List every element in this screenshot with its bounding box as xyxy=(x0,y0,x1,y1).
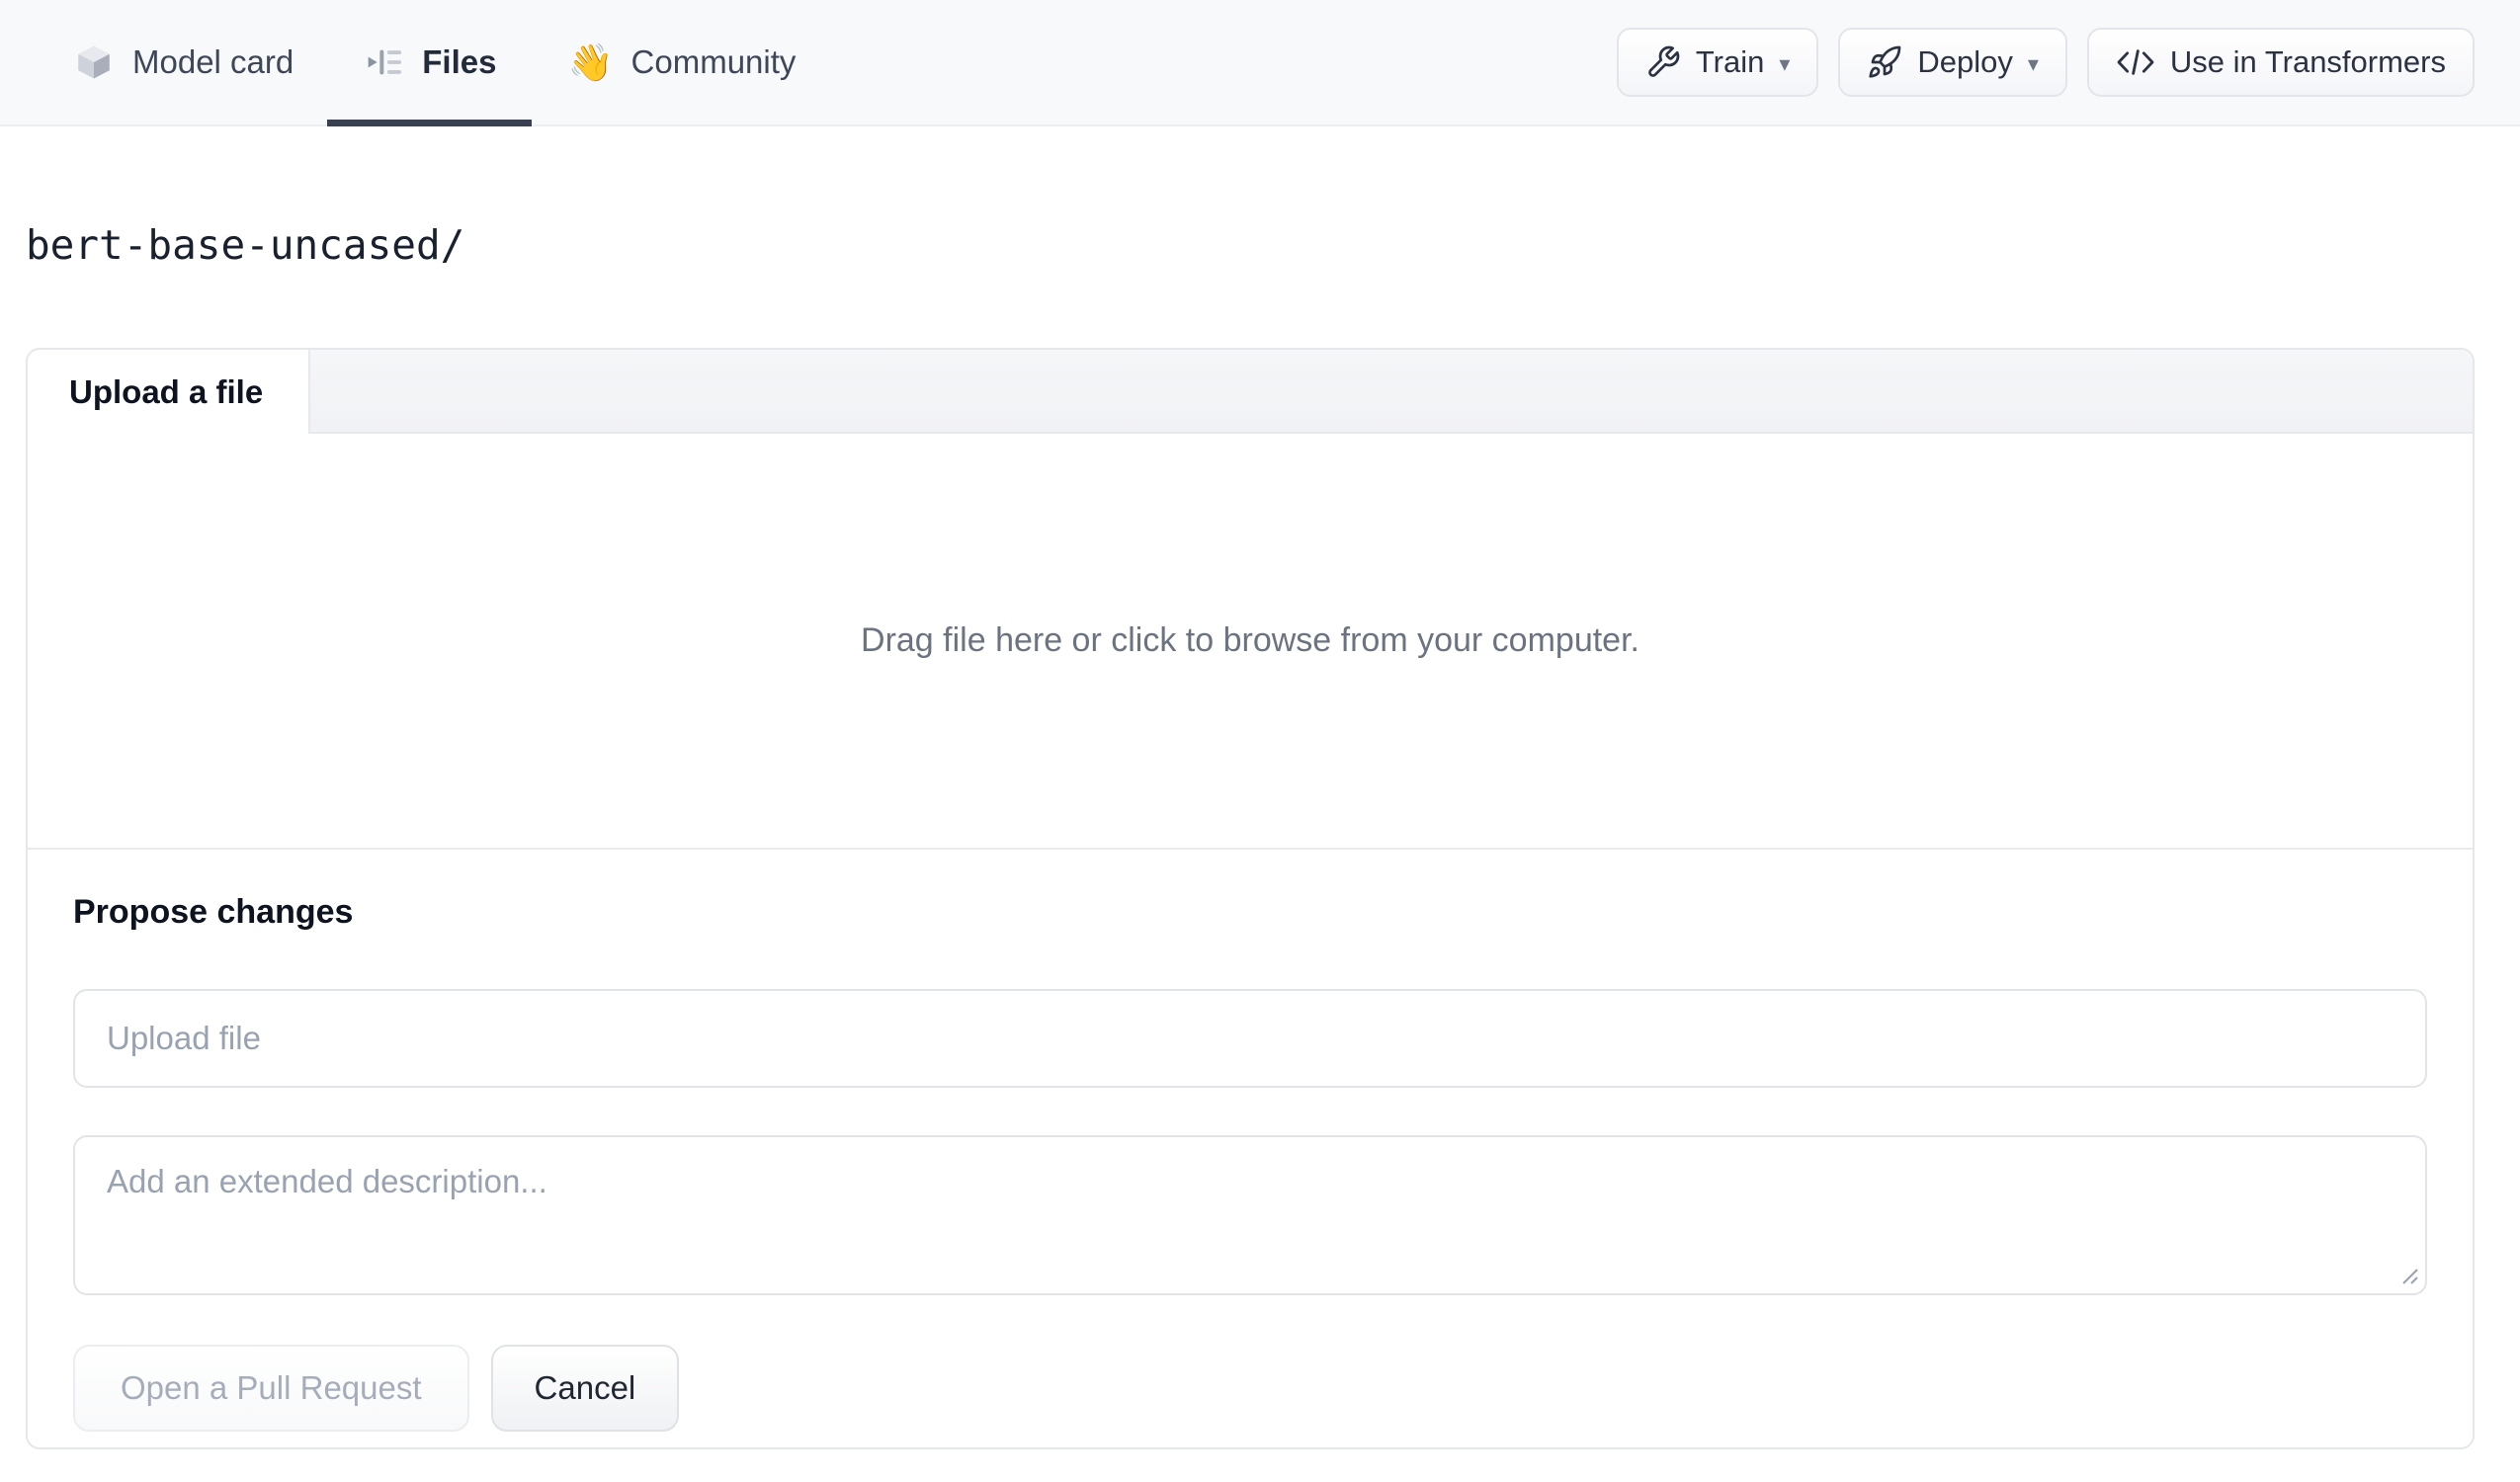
description-field-wrapper xyxy=(73,1135,2427,1295)
chevron-down-icon: ▾ xyxy=(2027,51,2039,76)
breadcrumb[interactable]: bert-base-uncased/ xyxy=(0,126,2520,269)
versions-list-icon xyxy=(365,42,404,82)
button-label: Deploy xyxy=(1917,44,2013,79)
repo-tabs: Model card Files 👋 Community xyxy=(73,0,796,126)
tab-label: Files xyxy=(422,43,497,80)
cube-icon xyxy=(73,40,115,85)
propose-actions-row: Open a Pull Request Cancel xyxy=(73,1345,2427,1432)
tab-label: Model card xyxy=(132,43,294,80)
tab-community[interactable]: 👋 Community xyxy=(567,0,796,124)
chevron-down-icon: ▾ xyxy=(1779,51,1791,76)
cancel-button[interactable]: Cancel xyxy=(490,1345,680,1432)
tab-label: Community xyxy=(630,43,797,80)
upload-file-card: Upload a file Drag file here or click to… xyxy=(26,348,2475,1449)
extended-description-textarea[interactable] xyxy=(73,1135,2427,1295)
resize-handle[interactable] xyxy=(2394,1260,2419,1285)
upload-card-tabstrip: Upload a file xyxy=(28,350,2473,434)
button-label: Use in Transformers xyxy=(2169,44,2446,79)
tab-model-card[interactable]: Model card xyxy=(73,0,294,124)
rocket-icon xyxy=(1867,44,1902,80)
tab-upload-a-file[interactable]: Upload a file xyxy=(28,350,310,434)
button-label: Train xyxy=(1695,44,1765,79)
tab-files[interactable]: Files xyxy=(327,0,533,126)
use-in-transformers-button[interactable]: Use in Transformers xyxy=(2086,28,2475,97)
code-icon xyxy=(2116,45,2155,79)
dropzone-hint: Drag file here or click to browse from y… xyxy=(861,621,1639,659)
propose-changes-heading: Propose changes xyxy=(73,893,354,931)
upload-file-input[interactable] xyxy=(73,989,2427,1088)
file-dropzone[interactable]: Drag file here or click to browse from y… xyxy=(28,434,2473,850)
train-button[interactable]: Train ▾ xyxy=(1616,28,1819,97)
propose-changes-section: Propose changes Open a Pull Request Canc… xyxy=(28,850,2473,1432)
repo-action-buttons: Train ▾ Deploy ▾ Use in Transformers xyxy=(1616,0,2475,124)
deploy-button[interactable]: Deploy ▾ xyxy=(1838,28,2067,97)
wrench-icon xyxy=(1645,44,1681,80)
open-pull-request-button[interactable]: Open a Pull Request xyxy=(73,1345,469,1432)
waving-hand-icon: 👋 xyxy=(567,41,614,83)
repo-tab-bar: Model card Files 👋 Community Train ▾ Dep… xyxy=(0,0,2520,126)
